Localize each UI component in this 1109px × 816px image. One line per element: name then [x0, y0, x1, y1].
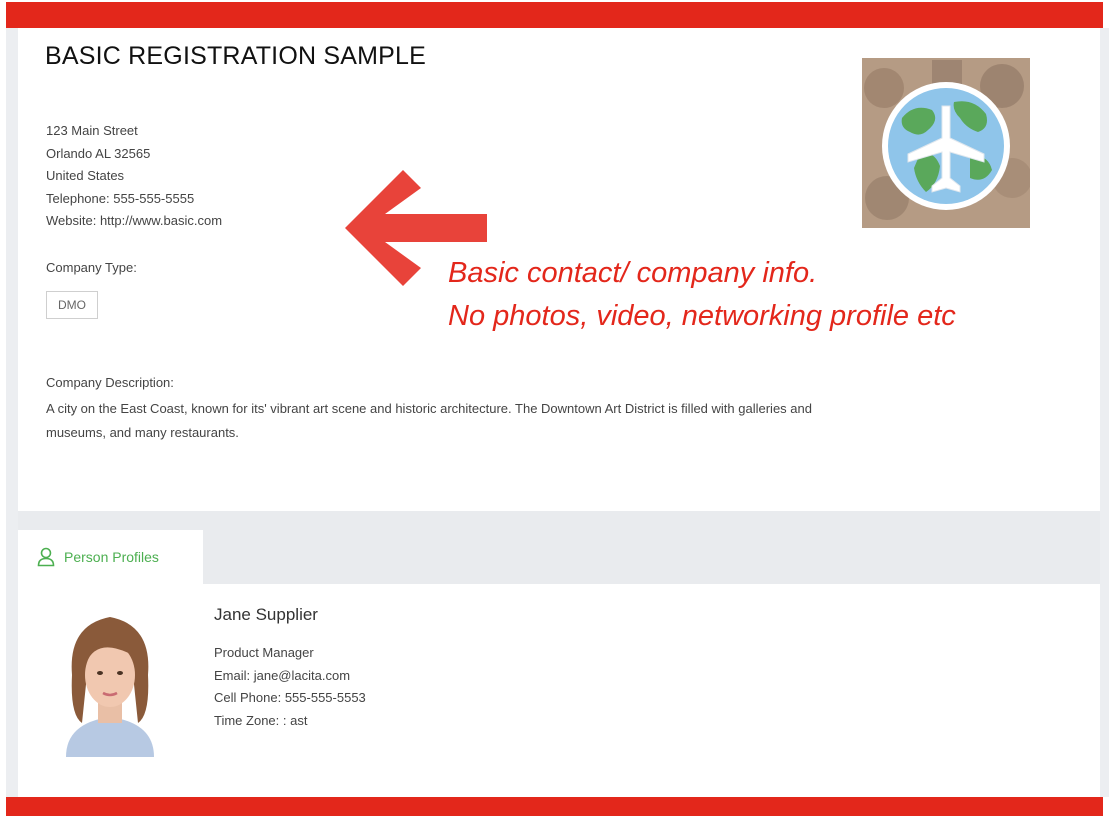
person-timezone: Time Zone: : ast: [214, 712, 308, 728]
left-gutter: [6, 28, 18, 797]
company-type-badge: DMO: [46, 291, 98, 319]
person-email[interactable]: Email: jane@lacita.com: [214, 665, 366, 688]
tab-person-profiles-label[interactable]: Person Profiles: [64, 549, 159, 565]
company-address: 123 Main Street Orlando AL 32565 United …: [46, 120, 222, 233]
page-title: BASIC REGISTRATION SAMPLE: [45, 42, 427, 70]
company-type-label: Company Type:: [46, 260, 137, 275]
company-telephone: Telephone: 555-555-5555: [46, 190, 195, 206]
company-description: A city on the East Coast, known for its'…: [46, 401, 812, 440]
person-avatar: [66, 617, 154, 757]
person-cell-phone: Cell Phone: 555-555-5553: [214, 690, 366, 705]
company-logo: [862, 58, 1030, 228]
person-icon: [37, 547, 55, 567]
company-website[interactable]: Website: http://www.basic.com: [46, 210, 222, 233]
annotation-line2: No photos, video, networking profile etc: [448, 300, 956, 332]
person-details: Product Manager Email: jane@lacita.com C…: [214, 642, 366, 732]
address-line1: 123 Main Street: [46, 123, 138, 138]
address-country: United States: [46, 168, 125, 183]
company-description-label: Company Description:: [46, 375, 174, 390]
bottom-red-bar: [6, 797, 1103, 816]
annotation-line1: Basic contact/ company info.: [448, 257, 818, 289]
top-red-bar: [6, 2, 1103, 28]
address-line2: Orlando AL 32565: [46, 145, 151, 161]
right-gutter: [1100, 28, 1109, 797]
person-name: Jane Supplier: [214, 605, 318, 624]
annotation-text: Basic contact/ company info. No photos, …: [448, 252, 956, 338]
person-title: Product Manager: [214, 645, 314, 660]
